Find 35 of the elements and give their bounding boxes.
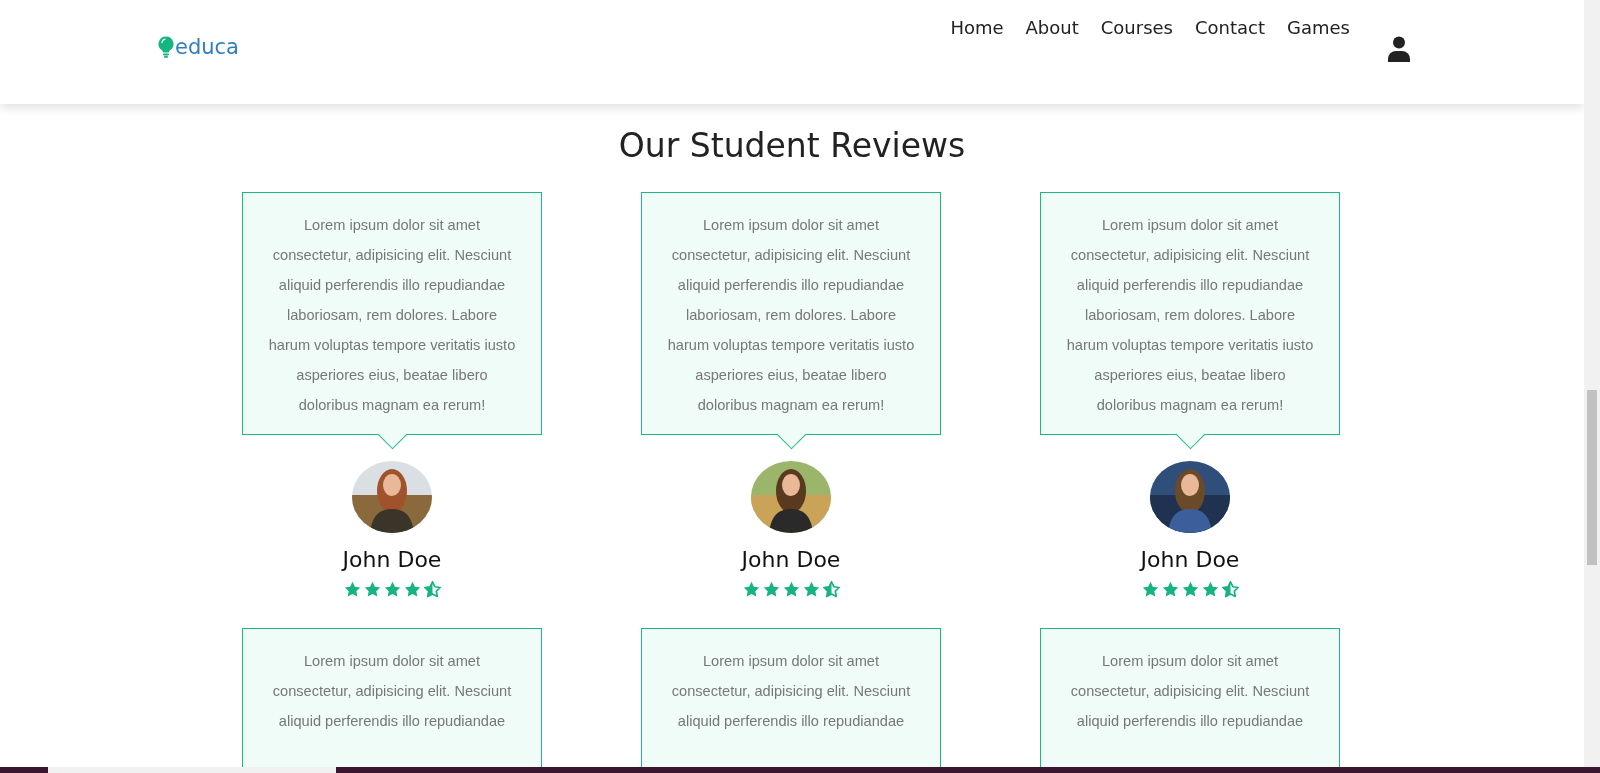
star-icon — [762, 581, 780, 598]
star-icon — [1181, 581, 1199, 598]
review-text: Lorem ipsum dolor sit amet consectetur, adipisicing elit. Nesciunt aliquid perferendis illo repudiandae laboriosam, rem dolores. Labore harum voluptas tempore veritatis iusto asperiores eius, beatae libero doloribus magnam ea rerum! — [1065, 216, 1315, 415]
review-text: Lorem ipsum dolor sit amet consectetur, adipisicing elit. Nesciunt aliquid perferendis illo repudiandae — [670, 652, 912, 731]
star-icon — [383, 581, 401, 598]
nav-link[interactable]: Home — [950, 17, 1004, 38]
star-icon — [802, 581, 820, 598]
lightbulb-icon — [158, 36, 174, 58]
star-icon — [822, 581, 840, 598]
nav-link[interactable]: Contact — [1195, 17, 1266, 38]
star-icon — [1201, 581, 1219, 598]
star-icon — [782, 581, 800, 598]
star-icon — [343, 581, 361, 598]
star-icon — [1141, 581, 1159, 598]
star-icon — [1221, 581, 1239, 598]
reviewer-name: John Doe — [1140, 547, 1240, 572]
section-title: Our Student Reviews — [618, 126, 966, 165]
vertical-scrollbar[interactable] — [1584, 0, 1600, 767]
review-text: Lorem ipsum dolor sit amet consectetur, adipisicing elit. Nesciunt aliquid perferendis illo repudiandae laboriosam, rem dolores. Labore harum voluptas tempore veritatis iusto asperiores eius, beatae libero doloribus magnam ea rerum! — [267, 216, 517, 415]
nav-link[interactable]: About — [1025, 17, 1079, 38]
review-text: Lorem ipsum dolor sit amet consectetur, adipisicing elit. Nesciunt aliquid perferendis illo repudiandae laboriosam, rem dolores. Labore harum voluptas tempore veritatis iusto asperiores eius, beatae libero doloribus magnam ea rerum! — [666, 216, 916, 415]
star-icon — [403, 581, 421, 598]
nav-link[interactable]: Games — [1287, 17, 1350, 38]
star-icon — [742, 581, 760, 598]
user-icon[interactable] — [1388, 36, 1410, 62]
review-text: Lorem ipsum dolor sit amet consectetur, adipisicing elit. Nesciunt aliquid perferendis illo repudiandae — [1069, 652, 1311, 731]
horizontal-scrollbar[interactable] — [0, 767, 1600, 773]
review-text: Lorem ipsum dolor sit amet consectetur, adipisicing elit. Nesciunt aliquid perferendis illo repudiandae — [271, 652, 513, 731]
reviewer-name: John Doe — [741, 547, 841, 572]
star-icon — [423, 581, 441, 598]
star-icon — [363, 581, 381, 598]
reviewer-name: John Doe — [342, 547, 442, 572]
nav-link[interactable]: Courses — [1100, 17, 1173, 38]
star-icon — [1161, 581, 1179, 598]
logo[interactable]: educa — [158, 35, 239, 59]
